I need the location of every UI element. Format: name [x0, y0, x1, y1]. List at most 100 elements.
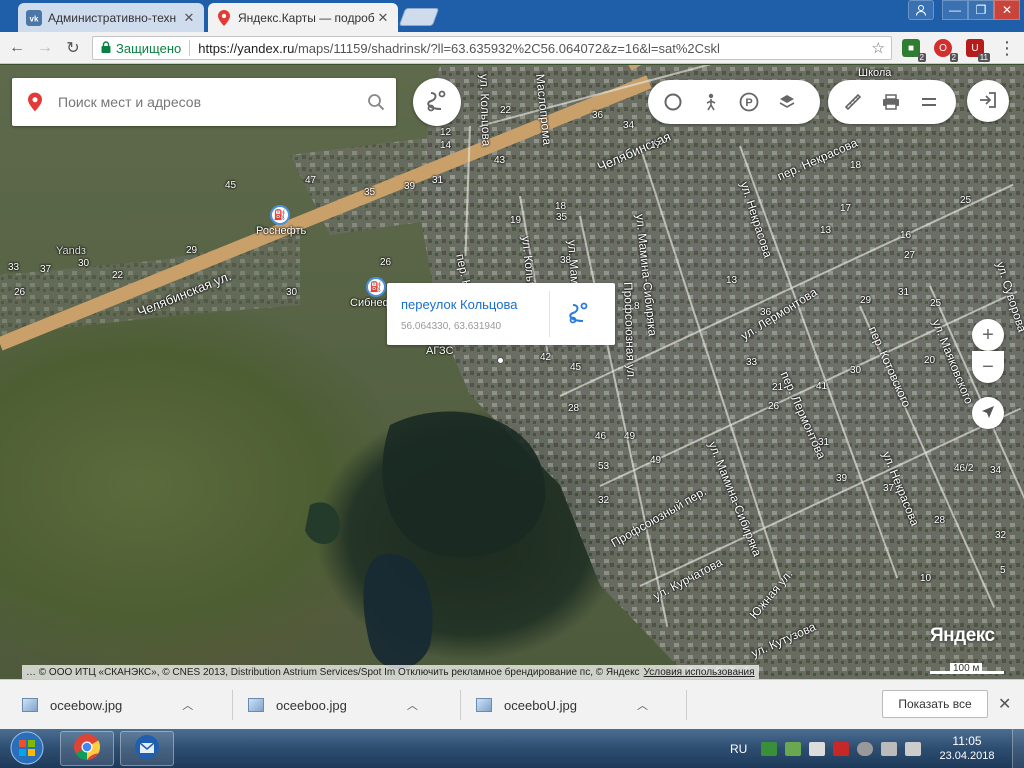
close-downloads-icon[interactable]: ✕	[998, 694, 1011, 714]
house-number-label: 36	[760, 307, 772, 318]
street-label: Школа	[858, 67, 892, 79]
clock[interactable]: 11:05 23.04.2018	[938, 734, 996, 764]
login-button[interactable]	[967, 80, 1009, 122]
popup-route-icon[interactable]	[565, 299, 593, 327]
house-number-label: 37	[883, 483, 895, 494]
download-item[interactable]: oceebow.jpg ︿	[22, 692, 193, 718]
house-number-label: 46	[595, 431, 607, 442]
parking-icon[interactable]: P	[730, 83, 768, 121]
browser-menu-icon[interactable]: ⋮	[996, 38, 1018, 58]
back-arrow-icon[interactable]: ←	[6, 38, 28, 58]
house-number-label: 12	[440, 127, 452, 138]
download-item[interactable]: oceeboU.jpg ︿	[476, 692, 648, 718]
show-desktop-button[interactable]	[1012, 729, 1024, 768]
windows-taskbar: RU 11:05 23.04.2018	[0, 729, 1024, 768]
house-number-label: 27	[904, 250, 916, 261]
house-number-label: 28	[568, 403, 580, 414]
tab-title: Яндекс.Карты — подроб	[238, 10, 375, 25]
bookmark-star-icon[interactable]: ☆	[872, 39, 885, 57]
close-window-icon[interactable]: ✕	[994, 0, 1020, 20]
extension-green-icon[interactable]: ■ 2	[902, 39, 926, 62]
house-number-label: 17	[650, 140, 662, 151]
chevron-up-icon[interactable]: ︿	[407, 697, 418, 713]
taskbar-thunderbird[interactable]	[120, 731, 174, 766]
panorama-person-icon[interactable]	[692, 83, 730, 121]
tray-shield-icon[interactable]	[833, 741, 850, 756]
zoom-out-button[interactable]: −	[972, 351, 1004, 383]
satellite-texture	[0, 65, 1024, 679]
restore-icon[interactable]: ❐	[968, 0, 994, 20]
download-item[interactable]: oceeboo.jpg ︿	[248, 692, 418, 718]
house-number-label: 10	[920, 573, 932, 584]
terms-link[interactable]: Условия использования	[644, 667, 755, 678]
extension-shield-icon[interactable]: U 11	[966, 39, 990, 62]
extension-opera-icon[interactable]: O2	[934, 39, 958, 62]
house-number-label: 35	[556, 212, 568, 223]
taskbar-chrome[interactable]	[60, 731, 114, 766]
svg-text:vk: vk	[30, 14, 39, 23]
ruler-icon[interactable]	[834, 83, 872, 121]
menu-lines-icon[interactable]	[910, 83, 948, 121]
tab-yandex-maps[interactable]: Яндекс.Карты — подроб ✕	[208, 3, 398, 32]
show-all-downloads-button[interactable]: Показать все	[882, 690, 988, 718]
place-popup[interactable]: переулок Кольцова 56.064330, 63.631940	[387, 283, 615, 345]
geolocation-button[interactable]	[972, 397, 1004, 429]
search-bar[interactable]	[12, 78, 396, 126]
address-bar[interactable]: Защищено https://yandex.ru/maps/11159/sh…	[92, 36, 892, 60]
close-tab-icon[interactable]: ✕	[182, 10, 196, 26]
flag-icon[interactable]	[809, 741, 826, 756]
house-number-label: 26	[14, 287, 26, 298]
downloads-bar: oceebow.jpg ︿ oceeboo.jpg ︿ oceeboU.jpg …	[0, 679, 1024, 729]
tray-app-icon[interactable]	[761, 741, 778, 756]
house-number-label: 22	[500, 105, 512, 116]
volume-icon[interactable]	[905, 741, 922, 756]
reload-icon[interactable]: ↻	[62, 38, 84, 58]
print-icon[interactable]	[872, 83, 910, 121]
traffic-icon[interactable]	[654, 83, 692, 121]
user-profile-icon[interactable]	[908, 0, 934, 20]
house-number-label: 33	[746, 357, 758, 368]
forward-arrow-icon[interactable]: →	[34, 38, 56, 58]
minimize-icon[interactable]: —	[942, 0, 968, 20]
vk-icon: vk	[26, 9, 42, 26]
system-tray: RU	[730, 729, 929, 768]
map-canvas[interactable]: Челябинская ул. Челябинская ул. Кольцова…	[0, 65, 1024, 679]
windows-logo-icon	[10, 731, 44, 768]
map-pin-icon	[12, 92, 58, 112]
start-button[interactable]	[4, 730, 50, 768]
new-tab-button[interactable]	[398, 8, 440, 26]
search-input[interactable]	[58, 94, 356, 110]
zoom-in-button[interactable]: +	[972, 319, 1004, 351]
language-indicator[interactable]: RU	[730, 742, 747, 756]
popup-title[interactable]: переулок Кольцова	[401, 297, 517, 312]
house-number-label: 45	[570, 362, 582, 373]
gas-station-icon[interactable]: ⛽	[366, 277, 386, 297]
svg-text:P: P	[745, 97, 752, 109]
tray-mail-icon[interactable]	[785, 741, 802, 756]
poi-label: Сибнеф	[350, 297, 392, 309]
house-number-label: 46/2	[954, 463, 974, 474]
house-number-label: 39	[404, 181, 416, 192]
route-button[interactable]	[413, 78, 461, 126]
house-number-label: 32	[995, 530, 1007, 541]
chevron-up-icon[interactable]: ︿	[182, 697, 193, 713]
secure-label: Защищено	[116, 40, 182, 56]
gas-station-icon[interactable]: ⛽	[270, 205, 290, 225]
tray-settings-icon[interactable]	[857, 741, 874, 756]
house-number-label: 30	[286, 287, 298, 298]
tab-vk[interactable]: vk Административно-техн ✕	[18, 3, 204, 32]
url-text[interactable]: https://yandex.ru/maps/11159/shadrinsk/?…	[198, 41, 720, 56]
close-tab-icon[interactable]: ✕	[376, 10, 390, 26]
layers-icon[interactable]	[768, 83, 806, 121]
clock-time: 11:05	[952, 734, 982, 748]
map-pin-icon	[216, 9, 232, 26]
map-marker-dot[interactable]	[497, 357, 504, 364]
street-label: ул. Кольцова	[477, 73, 494, 147]
house-number-label: 8	[634, 301, 640, 312]
network-icon[interactable]	[881, 741, 898, 756]
search-icon[interactable]	[356, 93, 396, 111]
login-icon	[978, 90, 998, 113]
chevron-up-icon[interactable]: ︿	[637, 697, 648, 713]
poi-label: Роснефть	[256, 225, 307, 237]
yandex-logo: Яндекс	[930, 625, 995, 646]
